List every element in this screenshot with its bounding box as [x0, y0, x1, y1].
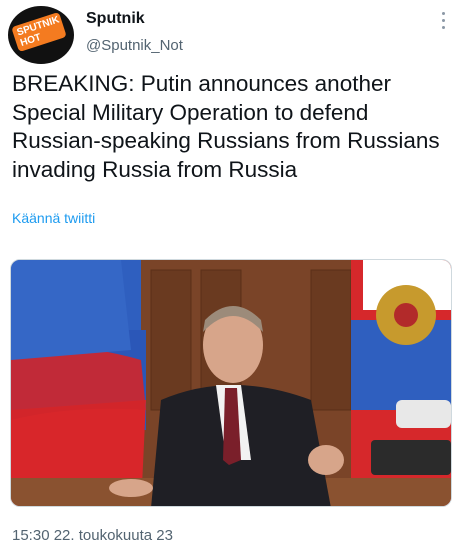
media-illustration — [11, 260, 451, 506]
user-handle[interactable]: @Sputnik_Not — [86, 37, 183, 54]
tweet-text: BREAKING: Putin announces another Specia… — [12, 71, 440, 182]
display-name[interactable]: Sputnik — [86, 10, 145, 28]
tweet-timestamp[interactable]: 15:30 22. toukokuuta 23 — [12, 527, 173, 544]
tweet-header: SPUTNIK НОТ Sputnik @Sputnik_Not — [0, 0, 460, 68]
tweet-media-image[interactable] — [10, 259, 452, 507]
avatar-logo-text: SPUTNIK НОТ — [11, 11, 67, 53]
more-options-icon[interactable] — [440, 12, 446, 34]
avatar[interactable]: SPUTNIK НОТ — [8, 6, 74, 64]
translate-link[interactable]: Käännä twiitti — [12, 210, 95, 226]
